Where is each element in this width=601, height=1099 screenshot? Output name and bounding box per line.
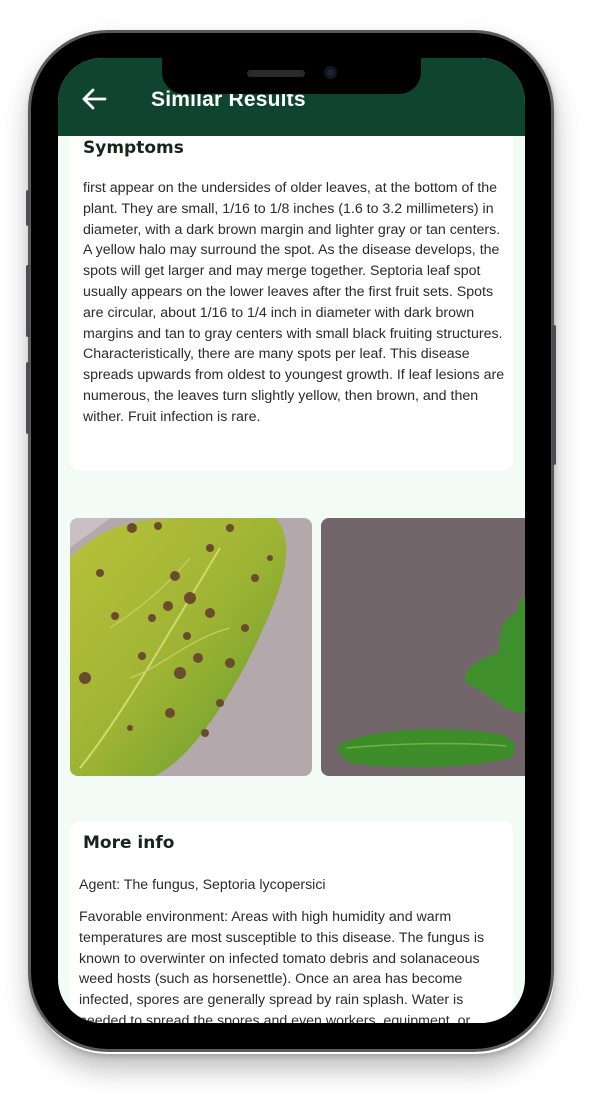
front-camera-icon [324,66,337,79]
arrow-left-icon[interactable] [80,87,108,111]
more-info-heading: More info [83,833,175,853]
app-screen: Similar Results Symptoms first appear on… [58,58,525,1023]
environment-text: Favorable environment: Areas with high h… [79,909,485,1023]
camera-notch [162,56,421,94]
agent-text: Agent: The fungus, Septoria lycopersici [79,877,326,893]
tomato-leaves-on-pavement-image[interactable] [321,518,525,776]
pavement-leaves-illustration [321,518,525,776]
symptoms-card: Symptoms first appear on the undersides … [70,136,513,471]
symptoms-heading: Symptoms [83,138,184,158]
volume-down-button [26,362,30,434]
scroll-content[interactable]: Symptoms first appear on the undersides … [58,136,525,1023]
leaf-spots-illustration [70,518,312,776]
image-gallery[interactable] [70,518,525,776]
mute-switch [26,190,30,226]
power-button [552,325,556,465]
symptoms-description: first appear on the undersides of older … [83,180,505,425]
leaf-spots-closeup-image[interactable] [70,518,312,776]
more-info-card: More info Agent: The fungus, Septoria ly… [70,821,513,1023]
volume-up-button [26,265,30,337]
speaker-grille [247,70,305,77]
